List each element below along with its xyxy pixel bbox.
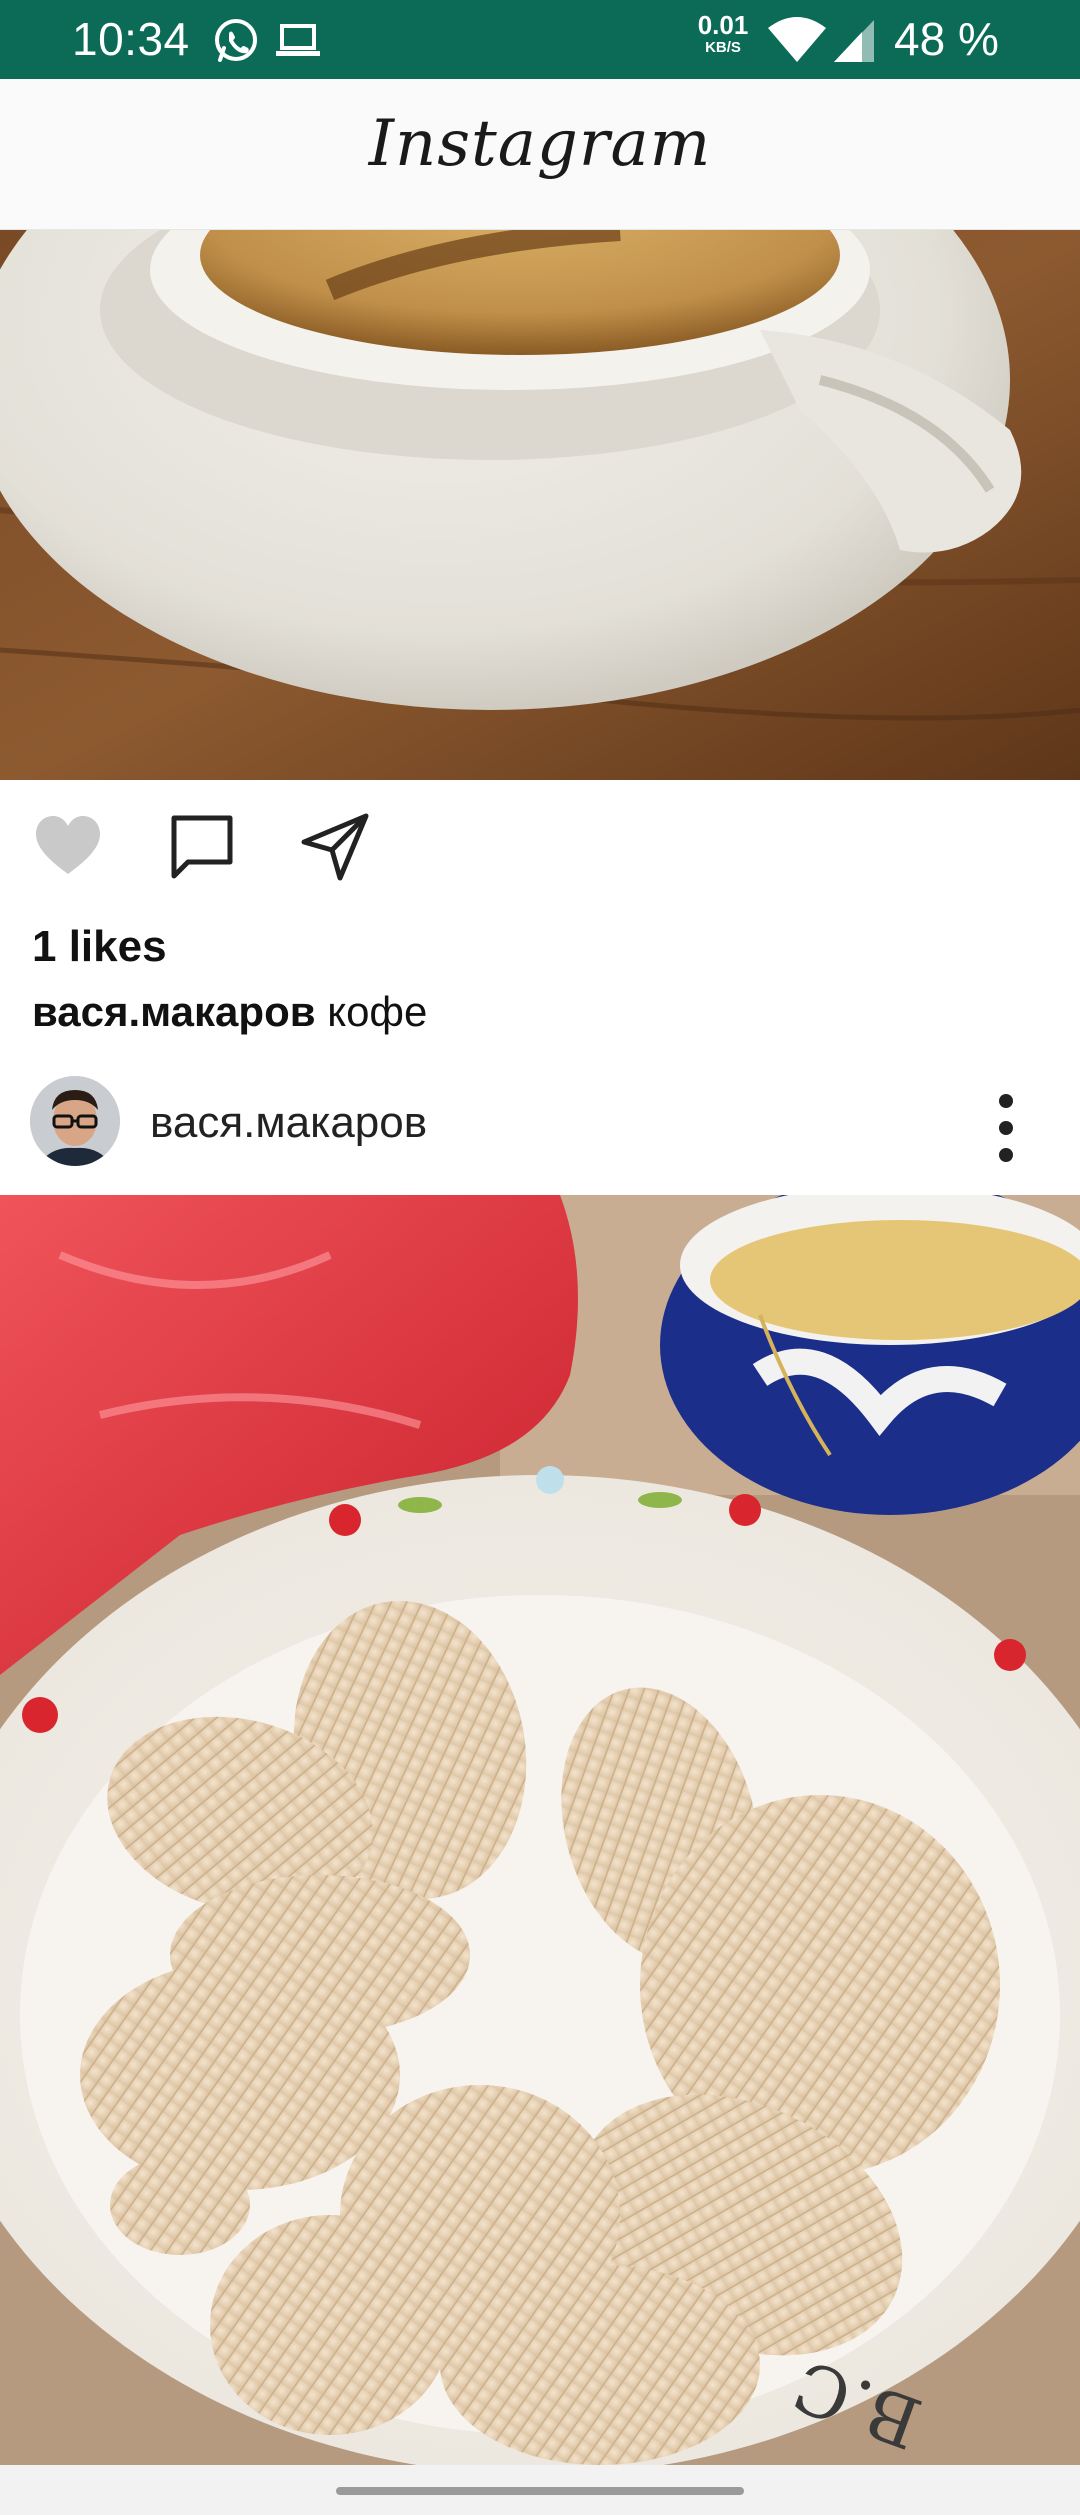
heart-icon[interactable] xyxy=(32,810,104,882)
more-options-icon[interactable] xyxy=(980,1088,1030,1168)
post-photo-coffee[interactable] xyxy=(0,230,1080,780)
post-header: вася.макаров xyxy=(0,1060,1080,1195)
home-gesture-handle[interactable] xyxy=(336,2487,744,2495)
signal-icon xyxy=(832,16,876,64)
whatsapp-icon xyxy=(210,14,262,66)
caption-username[interactable]: вася.макаров xyxy=(32,988,316,1035)
app-bar: Instagram xyxy=(0,79,1080,230)
system-nav-bar xyxy=(0,2465,1080,2515)
post-actions xyxy=(0,780,1080,910)
comment-icon[interactable] xyxy=(166,810,238,882)
post-caption: вася.макаров кофе xyxy=(32,988,427,1036)
battery-level: 48 % xyxy=(894,13,999,65)
app-logo: Instagram xyxy=(368,107,712,181)
status-time: 10:34 xyxy=(72,13,190,65)
network-speed-value: 0.01 xyxy=(697,10,749,40)
share-icon[interactable] xyxy=(300,810,372,882)
post-username[interactable]: вася.макаров xyxy=(150,1098,427,1148)
avatar[interactable] xyxy=(30,1076,120,1166)
wifi-icon xyxy=(766,16,828,64)
laptop-icon xyxy=(272,14,324,66)
post-photo-chips[interactable]: B.C xyxy=(0,1195,1080,2465)
network-speed-unit: KB/S xyxy=(705,39,741,56)
status-bar: 10:34 0.01 KB/S 48 % xyxy=(0,0,1080,79)
caption-text: кофе xyxy=(327,988,428,1035)
network-speed: 0.01 KB/S xyxy=(692,12,754,55)
likes-count[interactable]: 1 likes xyxy=(32,922,167,972)
